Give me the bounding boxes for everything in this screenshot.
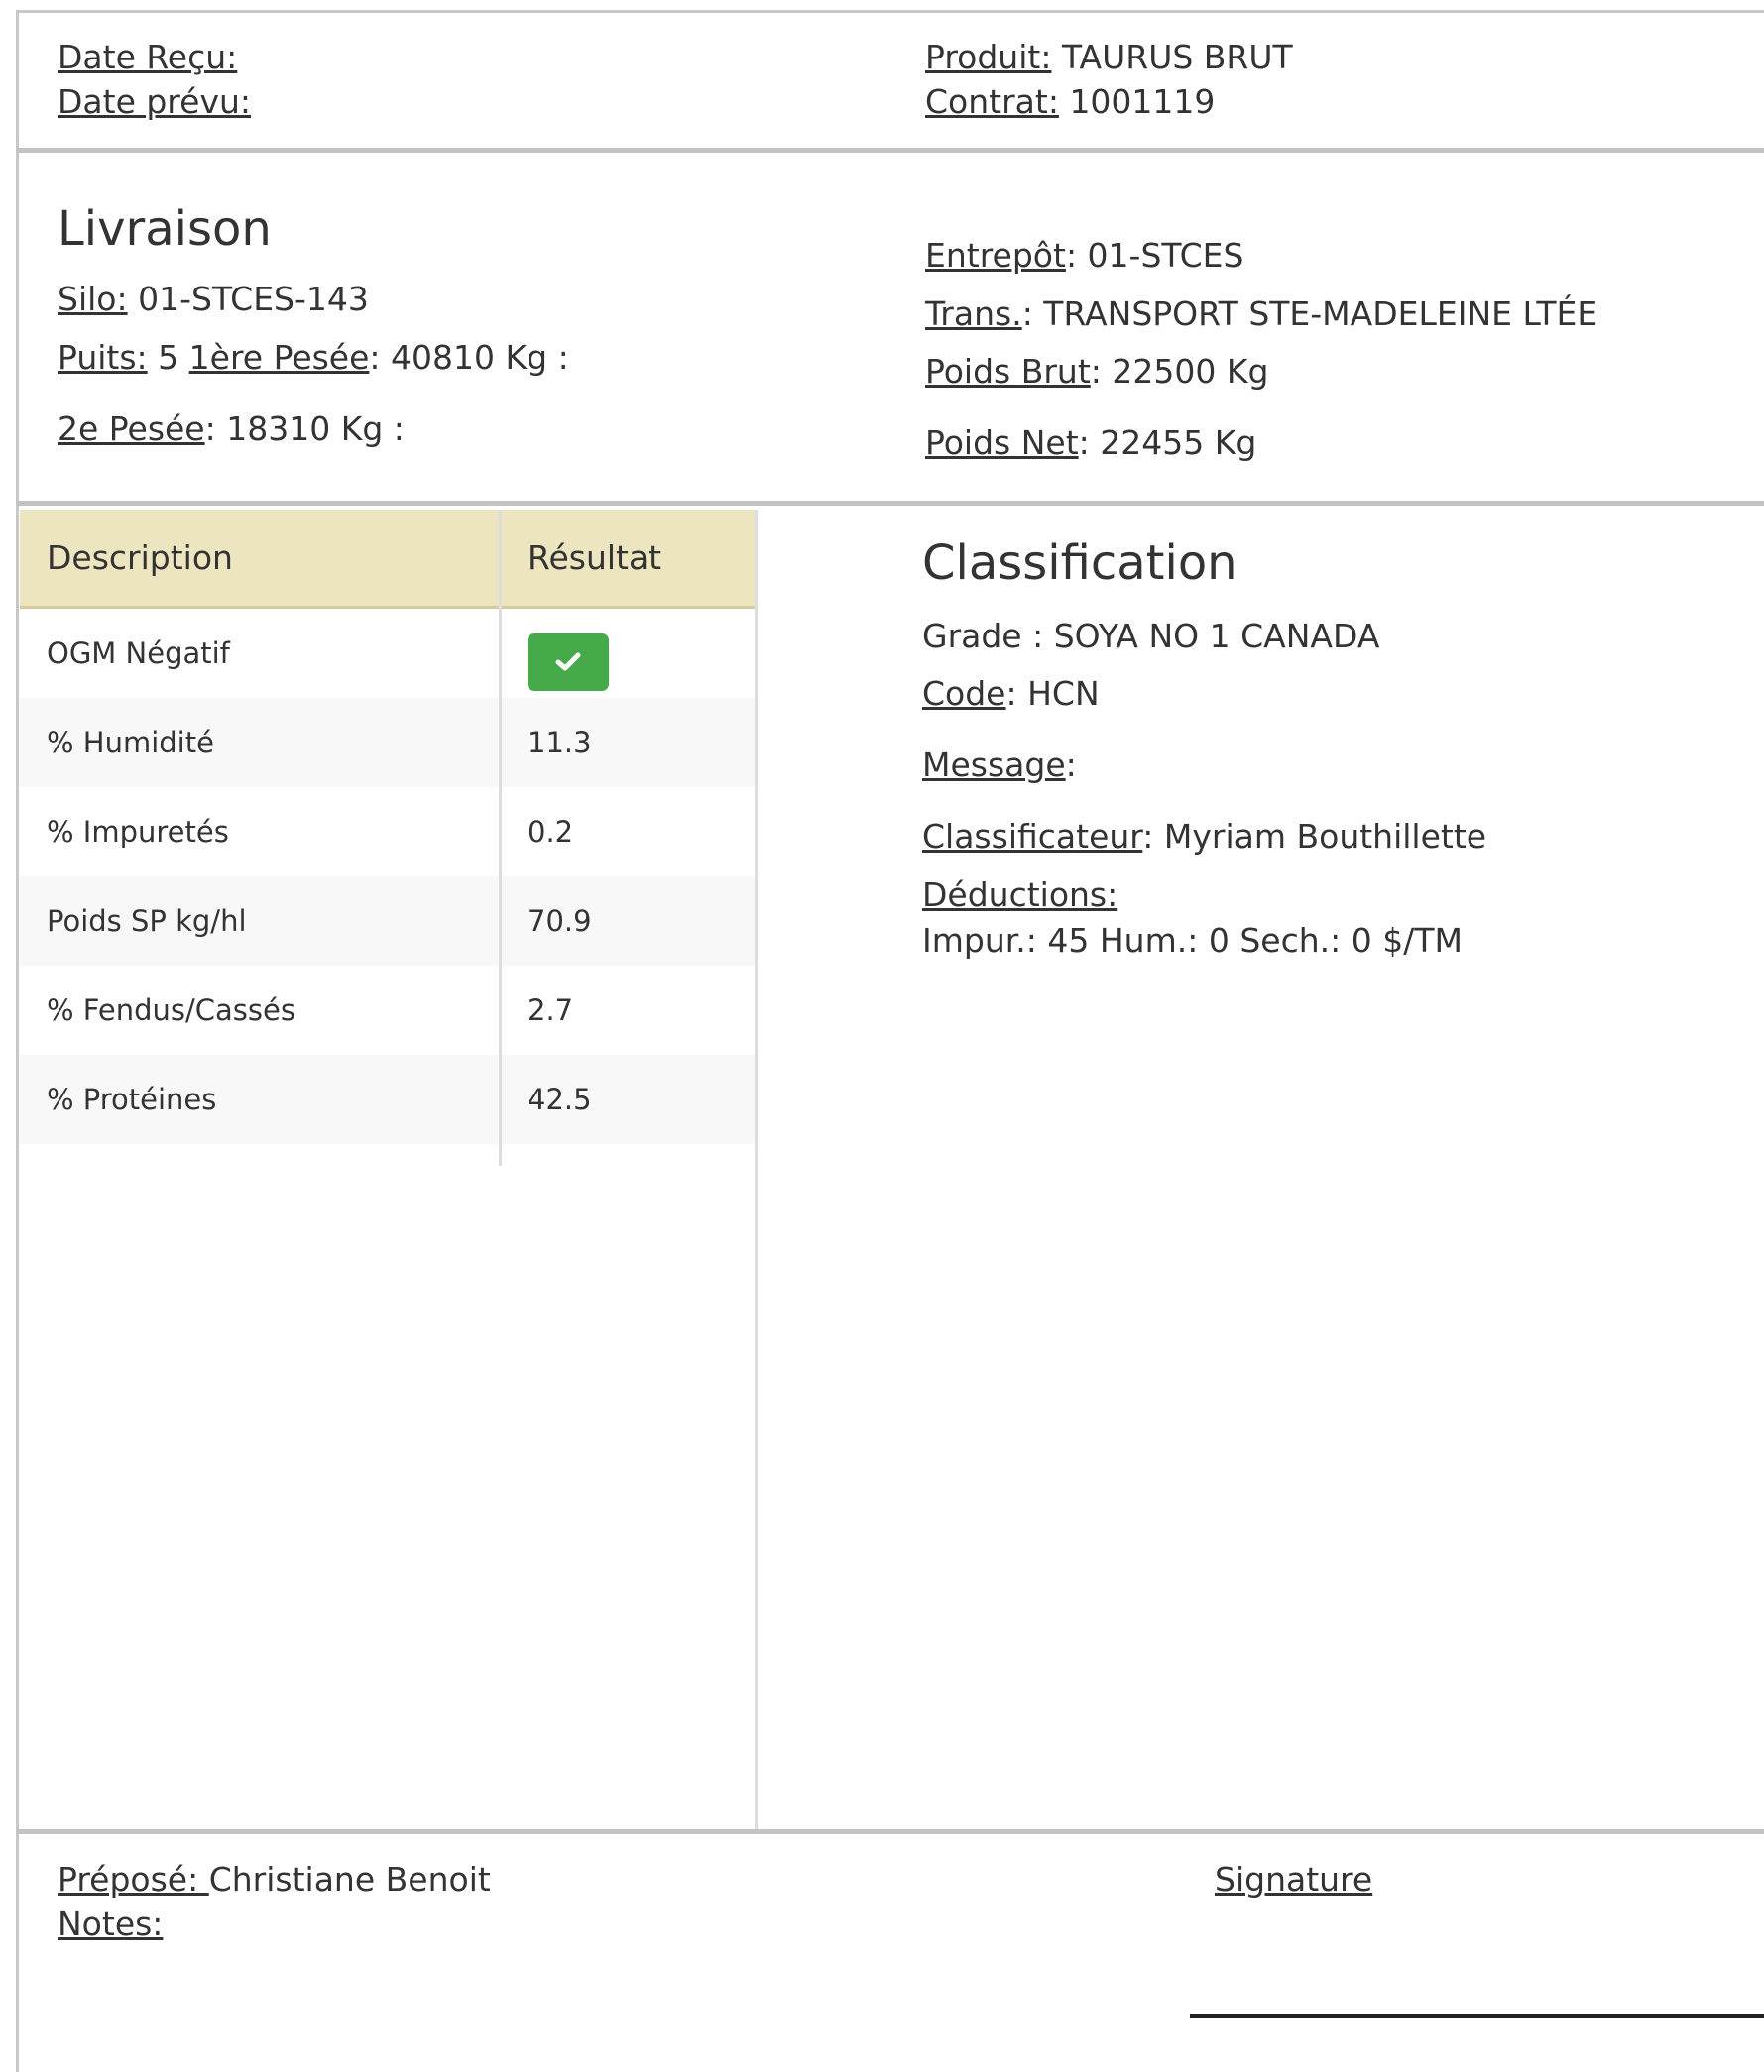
entrepot: Entrepôt: 01-STCES	[925, 236, 1243, 276]
poids-brut-value: : 22500 Kg	[1090, 352, 1269, 391]
row-resultat: 2.7	[528, 993, 574, 1027]
prepose-value: Christiane Benoit	[208, 1860, 491, 1899]
entrepot-value: : 01-STCES	[1065, 236, 1244, 275]
table-row: % Humidité 11.3	[20, 698, 755, 787]
column-separator	[499, 510, 502, 1166]
table-row: % Protéines 42.5	[20, 1055, 755, 1144]
pesee2-label: 2e Pesée	[58, 409, 205, 448]
produit-label: Produit:	[925, 38, 1052, 76]
trans-label: Trans.	[925, 294, 1022, 333]
puits-pesee1: Puits: 5 1ère Pesée: 40810 Kg :	[58, 338, 569, 378]
entrepot-label: Entrepôt	[925, 236, 1066, 275]
row-description: % Fendus/Cassés	[47, 993, 295, 1027]
prepose-label: Préposé:	[58, 1860, 209, 1899]
table-row: % Fendus/Cassés 2.7	[20, 966, 755, 1055]
grade: Grade : SOYA NO 1 CANADA	[922, 617, 1380, 655]
row-description: Poids SP kg/hl	[47, 904, 247, 938]
pesee2-value: : 18310 Kg :	[204, 409, 405, 448]
produit-value: TAURUS BRUT	[1061, 38, 1293, 76]
poids-net-value: : 22455 Kg	[1078, 423, 1257, 462]
date-recu-label: Date Reçu:	[58, 38, 238, 76]
deductions-label: Déductions:	[922, 875, 1118, 914]
signature-line	[1190, 2014, 1764, 2018]
ogm-ok-button[interactable]	[528, 633, 609, 691]
row-resultat: 11.3	[528, 726, 592, 759]
classification-title: Classification	[922, 535, 1237, 591]
row-description: % Impuretés	[47, 815, 229, 849]
table-row: % Impuretés 0.2	[20, 787, 755, 876]
row-resultat: 42.5	[528, 1083, 592, 1116]
table-row: OGM Négatif	[20, 609, 755, 698]
row-description: % Protéines	[47, 1083, 217, 1116]
classificateur-value: : Myriam Bouthillette	[1142, 817, 1487, 856]
date-recu: Date Reçu:	[58, 38, 237, 77]
puits-value: 5	[158, 338, 179, 377]
col-resultat: Résultat	[528, 538, 662, 577]
col-description: Description	[47, 538, 233, 577]
row-resultat: 70.9	[528, 904, 592, 938]
classificateur: Classificateur: Myriam Bouthillette	[922, 817, 1486, 857]
footer-divider	[16, 1829, 1764, 1834]
code: Code: HCN	[922, 674, 1100, 714]
trans: Trans.: TRANSPORT STE-MADELEINE LTÉE	[925, 294, 1597, 334]
poids-net: Poids Net: 22455 Kg	[925, 423, 1256, 463]
contrat-value: 1001119	[1069, 82, 1216, 121]
table-header: Description Résultat	[20, 510, 755, 609]
table-row: Poids SP kg/hl 70.9	[20, 876, 755, 966]
deductions-value: Impur.: 45 Hum.: 0 Sech.: 0 $/TM	[922, 921, 1463, 960]
contrat: Contrat: 1001119	[925, 82, 1215, 122]
puits-label: Puits:	[58, 338, 148, 377]
pesee1-value: : 40810 Kg :	[369, 338, 569, 377]
silo-label: Silo:	[58, 280, 128, 318]
message-value: :	[1065, 746, 1077, 784]
signature-label: Signature	[1215, 1860, 1373, 1899]
results-table: Description Résultat OGM Négatif % Humid…	[20, 510, 758, 1830]
poids-brut: Poids Brut: 22500 Kg	[925, 352, 1268, 392]
row-description: OGM Négatif	[47, 636, 230, 670]
pesee1-label: 1ère Pesée	[188, 338, 370, 377]
header-divider	[16, 148, 1764, 153]
livraison-divider	[16, 501, 1764, 506]
silo-value: 01-STCES-143	[138, 280, 369, 318]
date-prevu: Date prévu:	[58, 82, 251, 122]
check-icon	[555, 652, 581, 671]
notes: Notes:	[58, 1904, 163, 1944]
date-prevu-label: Date prévu:	[58, 82, 252, 121]
prepose: Préposé: Christiane Benoit	[58, 1860, 491, 1899]
row-description: % Humidité	[47, 726, 214, 759]
produit: Produit: TAURUS BRUT	[925, 38, 1293, 77]
code-label: Code	[922, 674, 1006, 713]
contrat-label: Contrat:	[925, 82, 1059, 121]
code-value: : HCN	[1005, 674, 1100, 713]
pesee2: 2e Pesée: 18310 Kg :	[58, 409, 405, 449]
notes-label: Notes:	[58, 1904, 164, 1943]
livraison-title: Livraison	[58, 201, 272, 257]
row-resultat: 0.2	[528, 815, 574, 849]
silo: Silo: 01-STCES-143	[58, 280, 369, 319]
poids-brut-label: Poids Brut	[925, 352, 1091, 391]
message-label: Message	[922, 746, 1066, 784]
classificateur-label: Classificateur	[922, 817, 1143, 856]
message: Message:	[922, 746, 1077, 785]
deductions: Déductions:	[922, 875, 1117, 915]
trans-value: : TRANSPORT STE-MADELEINE LTÉE	[1021, 294, 1598, 333]
signature: Signature	[1215, 1860, 1372, 1899]
poids-net-label: Poids Net	[925, 423, 1079, 462]
